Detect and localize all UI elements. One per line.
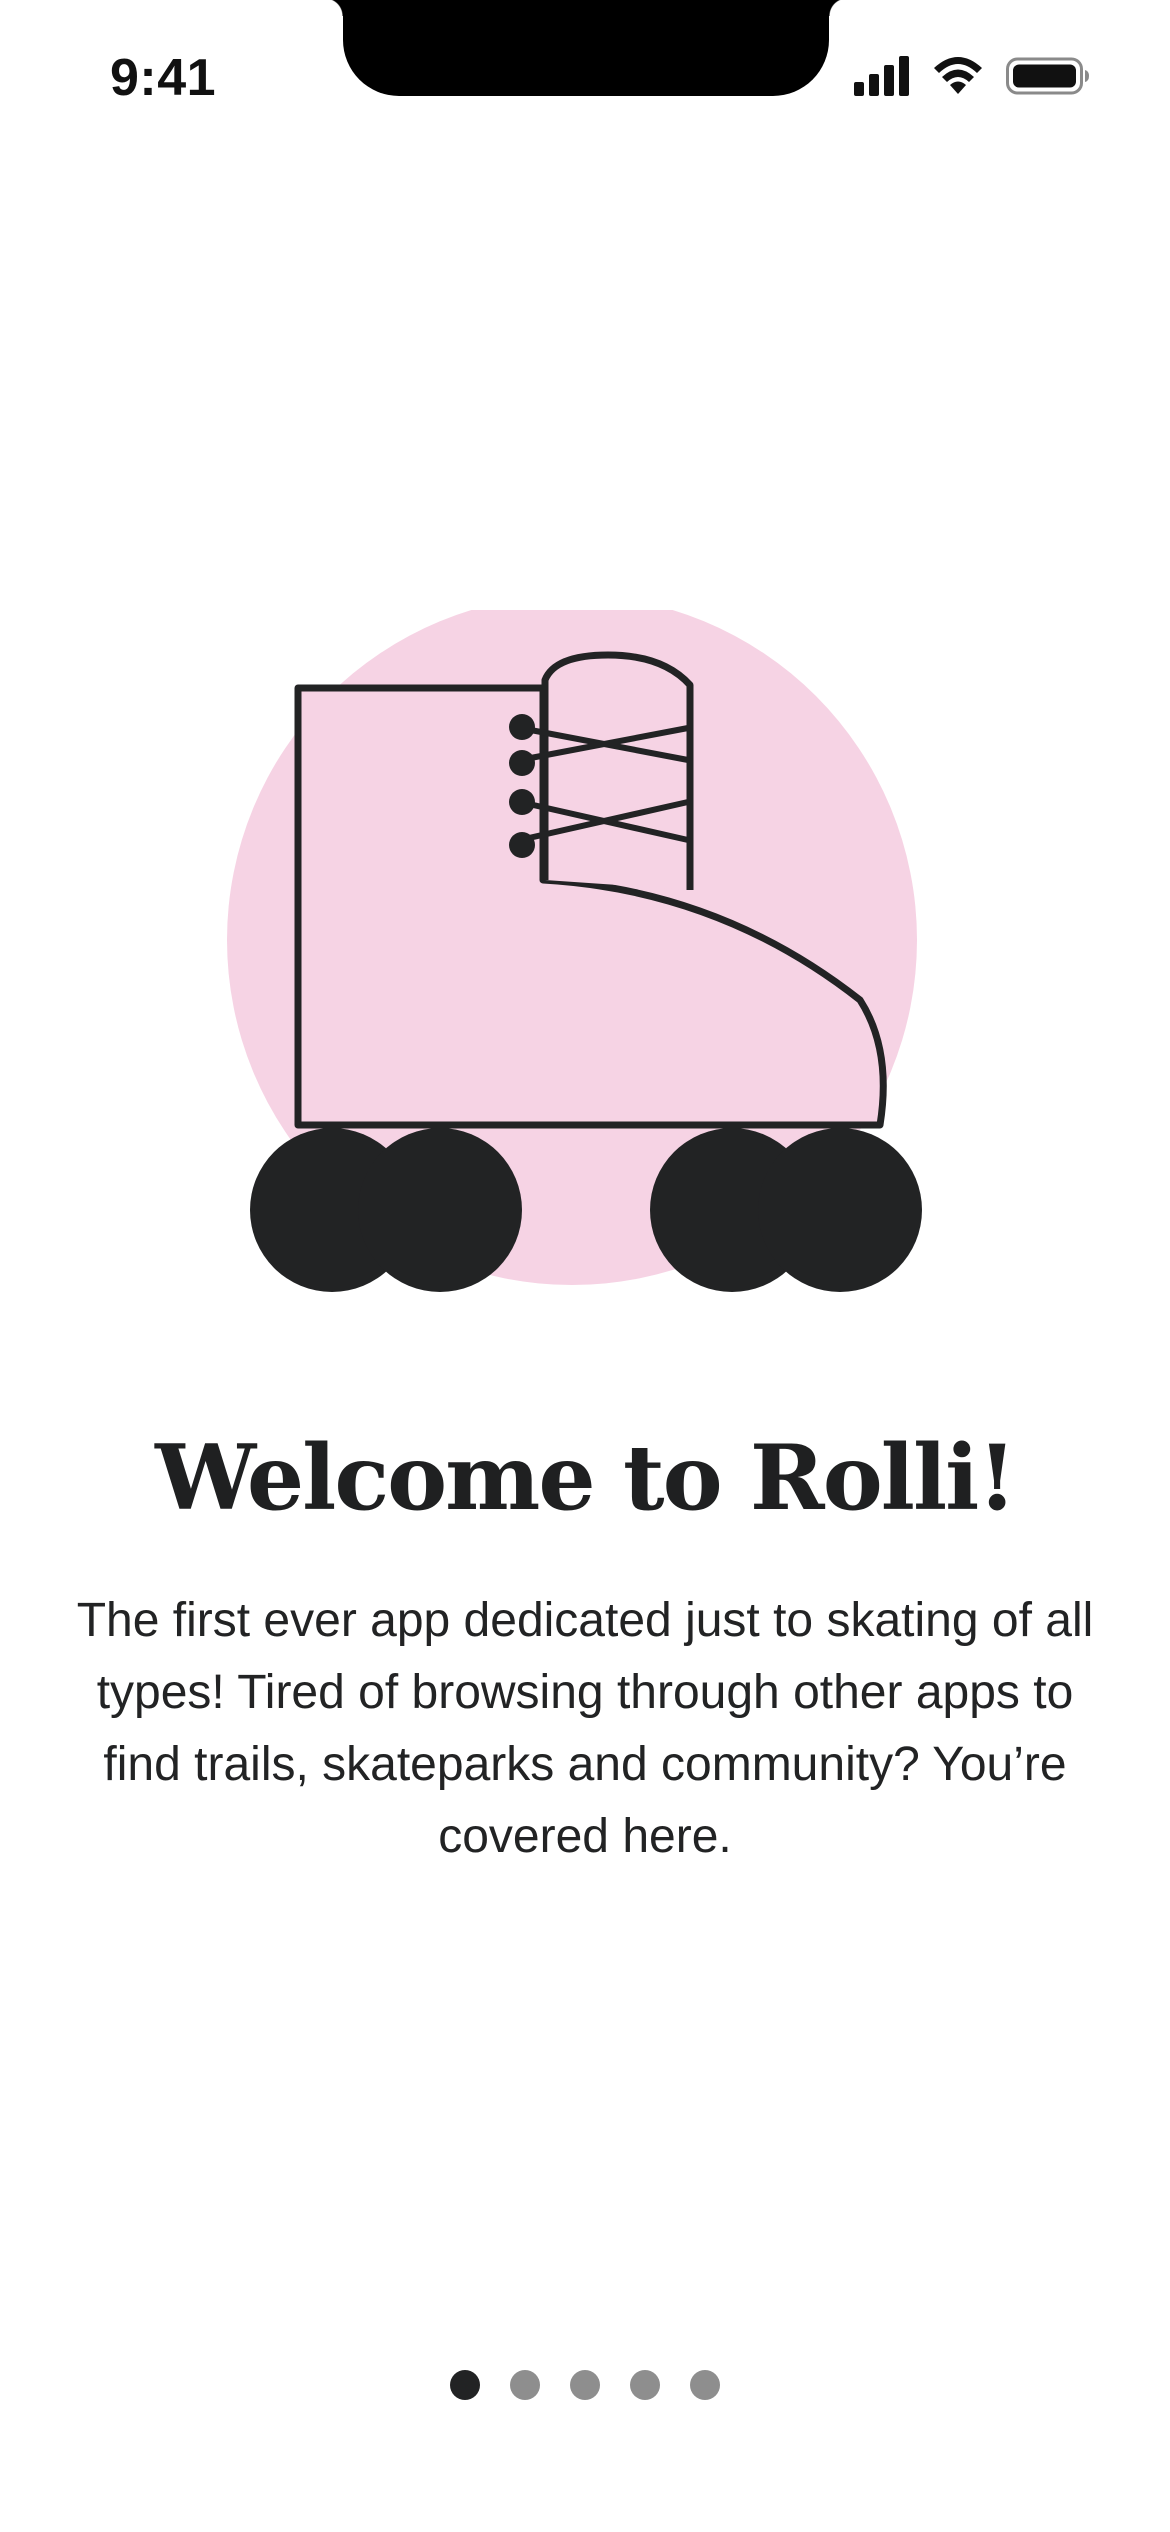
page-indicator <box>0 2370 1170 2400</box>
status-bar: 9:41 <box>0 0 1170 140</box>
welcome-title: Welcome to Rolli! <box>155 1425 1017 1531</box>
page-dot-1[interactable] <box>450 2370 480 2400</box>
page-dot-2[interactable] <box>510 2370 540 2400</box>
page-dot-4[interactable] <box>630 2370 660 2400</box>
roller-skate-illustration <box>220 595 940 1300</box>
wifi-icon <box>932 56 984 96</box>
status-time: 9:41 <box>110 49 217 107</box>
welcome-description: The first ever app dedicated just to ska… <box>76 1594 1094 1863</box>
cellular-signal-icon <box>854 56 910 96</box>
battery-icon <box>1006 56 1090 96</box>
status-icons <box>854 56 1090 96</box>
page-dot-3[interactable] <box>570 2370 600 2400</box>
page-dot-5[interactable] <box>690 2370 720 2400</box>
roller-skate-icon <box>227 595 922 1292</box>
notch <box>325 0 847 96</box>
